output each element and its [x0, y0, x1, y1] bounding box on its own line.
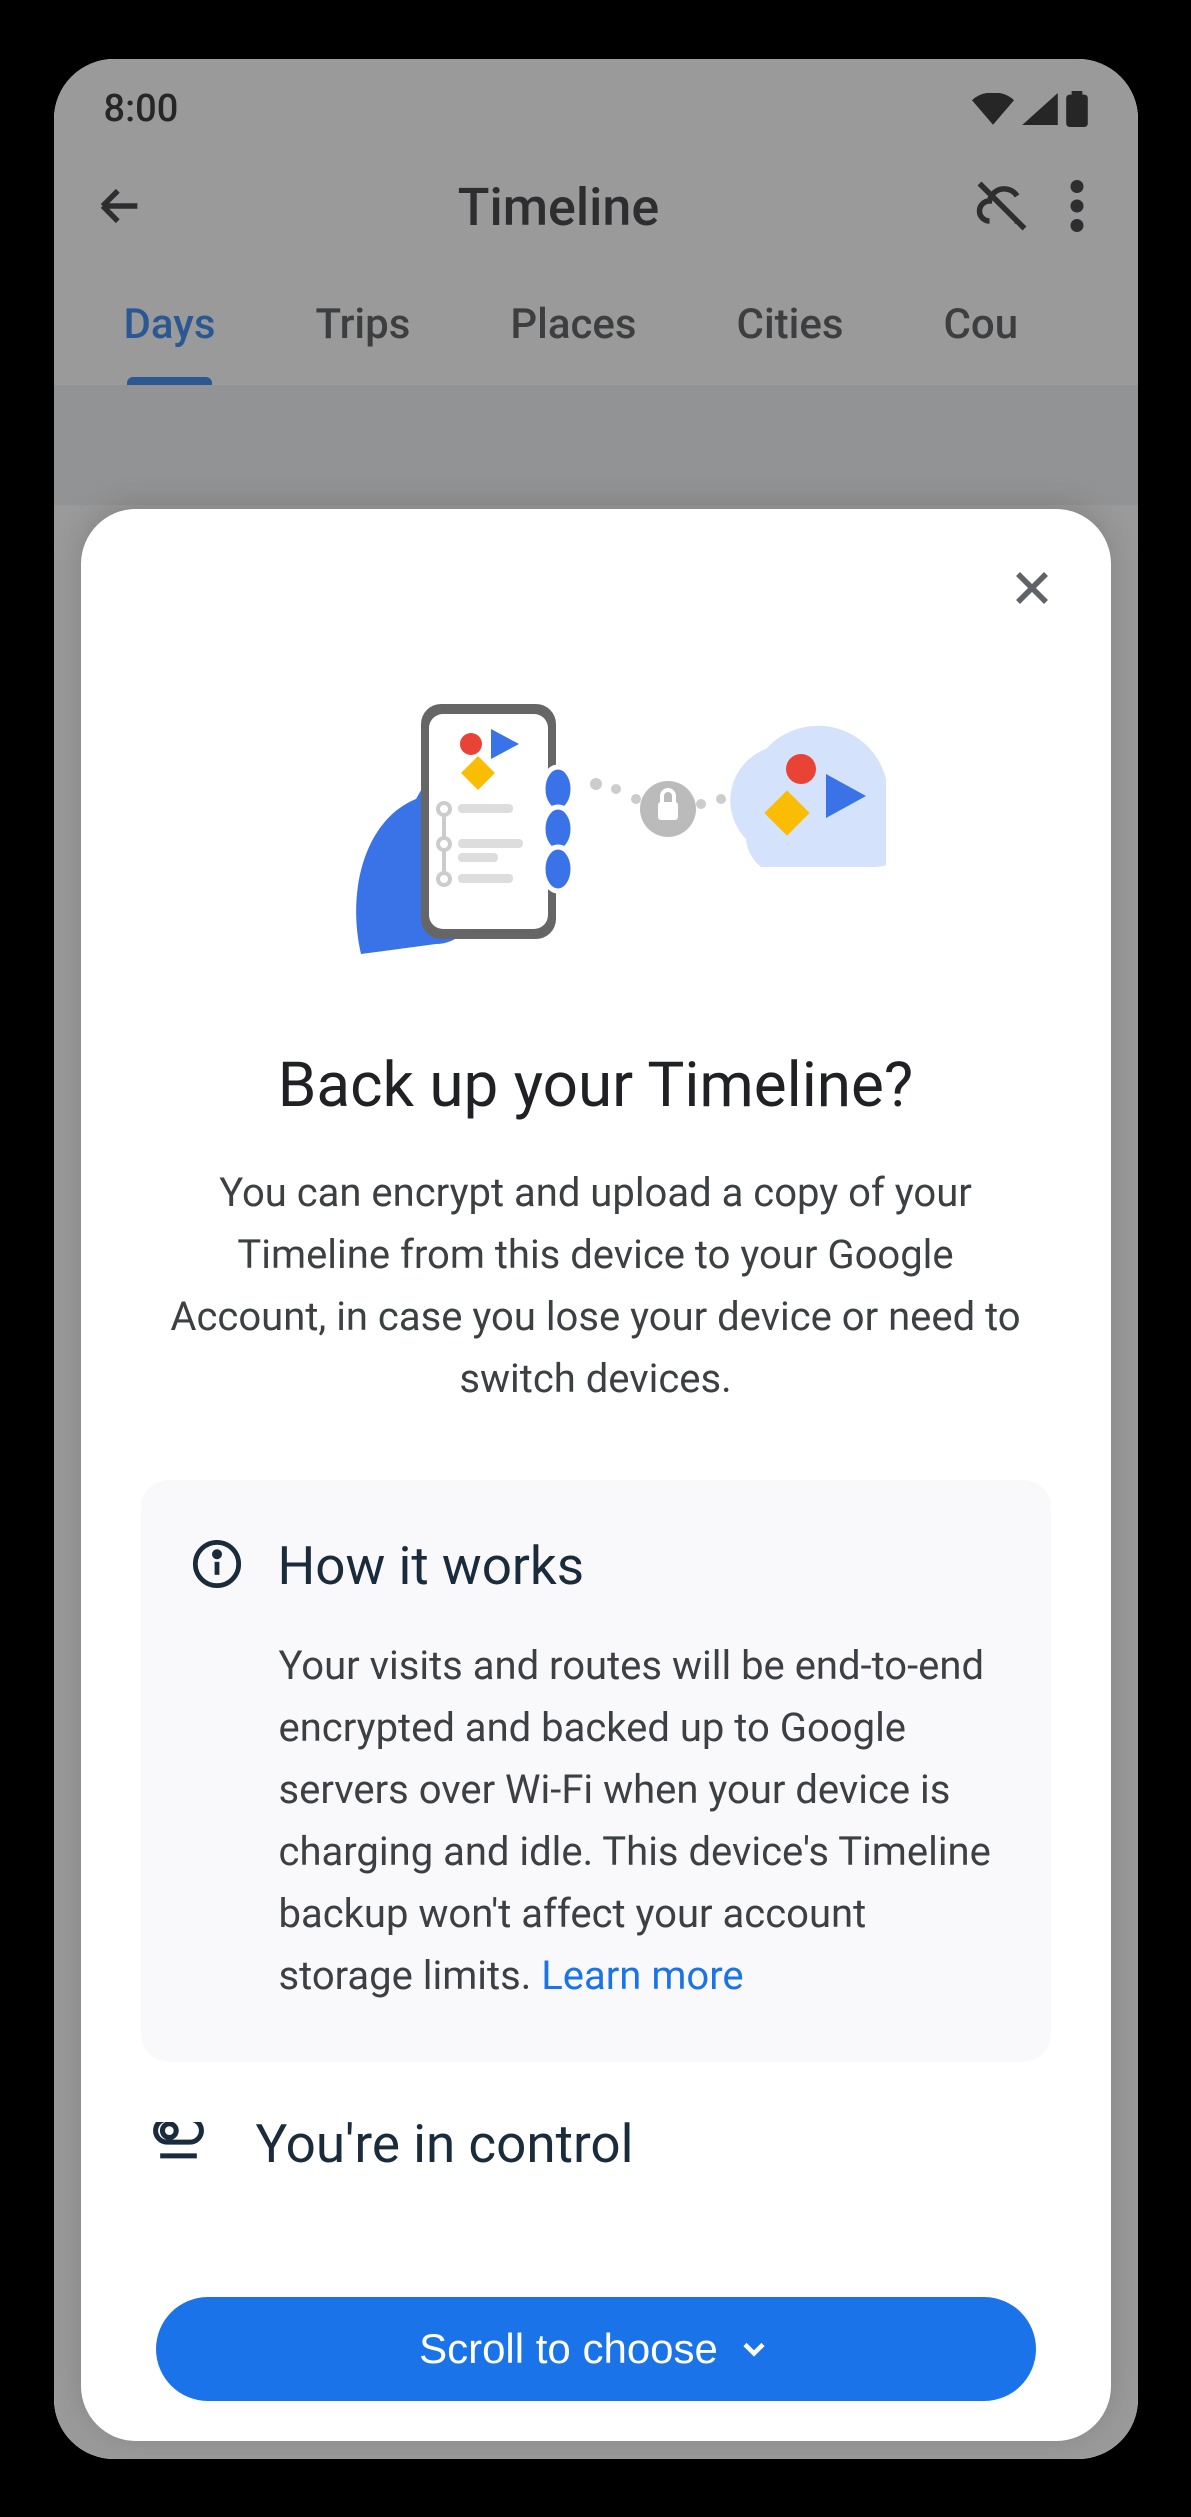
close-icon[interactable] — [1008, 564, 1056, 616]
back-icon[interactable] — [94, 180, 146, 236]
how-it-works-body: Your visits and routes will be end-to-en… — [191, 1635, 1001, 2007]
more-vert-icon[interactable] — [1056, 180, 1098, 236]
backup-dialog: Back up your Timeline? You can encrypt a… — [81, 509, 1111, 2441]
how-it-works-card: How it works Your visits and routes will… — [141, 1480, 1051, 2062]
map-preview — [54, 385, 1138, 505]
tab-countries[interactable]: Cou — [943, 300, 1018, 385]
status-bar: 8:00 — [54, 59, 1138, 141]
cloud-off-icon[interactable] — [972, 176, 1032, 240]
tab-places[interactable]: Places — [510, 300, 636, 385]
tab-days[interactable]: Days — [124, 300, 216, 385]
tab-cities[interactable]: Cities — [737, 300, 844, 385]
toggle-icon — [151, 2122, 206, 2179]
page-title: Timeline — [170, 177, 948, 238]
app-bar: Timeline — [54, 141, 1138, 270]
youre-in-control-heading: You're in control — [256, 2122, 634, 2176]
dialog-title: Back up your Timeline? — [141, 1049, 1051, 1122]
phone-frame: 8:00 Timeline Days Trips Places Cities — [54, 59, 1138, 2459]
status-time: 8:00 — [104, 87, 179, 131]
how-it-works-heading: How it works — [278, 1535, 585, 1597]
wifi-icon — [972, 93, 1014, 125]
dialog-description: You can encrypt and upload a copy of you… — [141, 1162, 1051, 1410]
info-icon — [191, 1538, 243, 1594]
scroll-to-choose-button[interactable]: Scroll to choose — [156, 2297, 1036, 2401]
learn-more-link[interactable]: Learn more — [541, 1952, 743, 1999]
tab-trips[interactable]: Trips — [315, 300, 410, 385]
tabs-bar: Days Trips Places Cities Cou — [54, 270, 1138, 385]
chevron-down-icon — [736, 2331, 772, 2367]
battery-icon — [1066, 91, 1088, 127]
status-icons — [972, 91, 1088, 127]
cell-signal-icon — [1022, 93, 1058, 125]
backup-illustration — [141, 669, 1051, 959]
youre-in-control-card: You're in control — [151, 2122, 1051, 2207]
